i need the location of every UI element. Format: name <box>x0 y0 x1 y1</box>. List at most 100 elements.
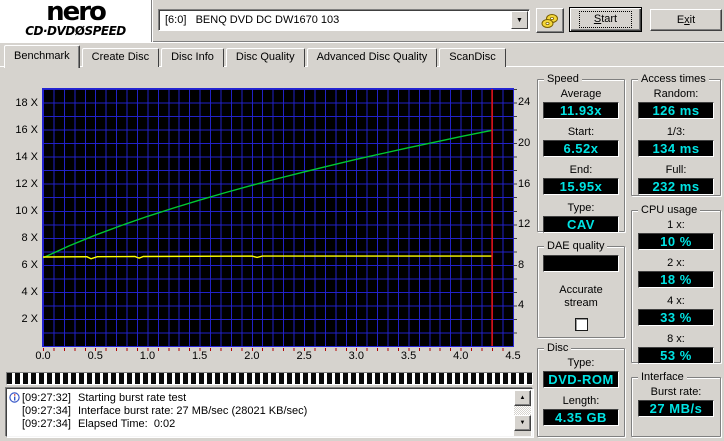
drive-select-value: [6:0] BENQ DVD DC DW1670 103 <box>165 14 340 26</box>
speed-label: Start: <box>567 126 595 138</box>
x-tick-label: 3.0 <box>348 350 364 362</box>
arrow-down-icon: ▼ <box>519 420 526 426</box>
disc-value-display: DVD-ROM <box>543 371 619 388</box>
interface-label: Burst rate: <box>650 386 702 398</box>
access_times-row: Random: 126 ms <box>632 88 720 119</box>
log-message: Starting burst rate test <box>78 391 187 404</box>
log-timestamp: [09:27:32] <box>22 391 71 404</box>
y-left-tick-label: 8 X <box>21 231 38 244</box>
cpu_usage-label: 4 x: <box>667 295 685 307</box>
log-message: Elapsed Time: 0:02 <box>78 417 176 430</box>
speed-value-display: 11.93x <box>543 102 619 119</box>
cd-dvd-speed-logo-text: CD·DVDØSPEED <box>25 24 126 38</box>
scroll-up-button[interactable]: ▲ <box>514 390 531 406</box>
log-timestamp: [09:27:34] <box>22 404 71 417</box>
speed-row: Average 11.93x <box>538 88 624 119</box>
cpu_usage-row: 8 x: 53 % <box>632 333 720 364</box>
access_times-label: 1/3: <box>666 126 686 138</box>
speed-row: Type: CAV <box>538 202 624 233</box>
disc-label: Type: <box>567 357 595 369</box>
disc-label: Length: <box>562 395 600 407</box>
eject-discs-button[interactable] <box>536 8 564 33</box>
log-line: [09:27:34] Interface burst rate: 27 MB/se… <box>9 404 512 417</box>
disc-row: Length: 4.35 GB <box>538 395 624 426</box>
interface-panel: Interface Burst rate: 27 MB/s <box>631 371 721 437</box>
speed-value-display: 6.52x <box>543 140 619 157</box>
speed-value-display: 15.95x <box>543 178 619 195</box>
accurate-stream-label: Accurate stream <box>559 284 603 309</box>
log-timestamp: [09:27:34] <box>22 417 71 430</box>
speed-label: End: <box>569 164 593 176</box>
scrollbar-track[interactable] <box>514 406 531 415</box>
cpu_usage-row: 4 x: 33 % <box>632 295 720 326</box>
access-times-panel-title: Access times <box>638 73 709 85</box>
disc-icon: Ø <box>74 24 85 38</box>
access_times-label: Full: <box>665 164 687 176</box>
interface-row: Burst rate: 27 MB/s <box>632 386 720 417</box>
access_times-label: Random: <box>653 88 699 100</box>
log-indent <box>9 418 22 429</box>
access_times-value-display: 134 ms <box>638 140 714 157</box>
status-log: [09:27:32] Starting burst rate test [09:27… <box>6 388 533 437</box>
accurate-stream-checkbox[interactable] <box>574 318 588 331</box>
tab-disc-quality[interactable]: Disc Quality <box>225 48 305 67</box>
start-button[interactable]: Start <box>569 7 642 32</box>
y-left-tick-label: 4 X <box>21 285 38 298</box>
cpu_usage-row: 1 x: 10 % <box>632 219 720 250</box>
y-right-tick-label: 4 <box>518 299 525 312</box>
cpu_usage-value-display: 53 % <box>638 347 714 364</box>
drive-select[interactable]: [6:0] BENQ DVD DC DW1670 103 ▼ <box>158 9 530 31</box>
access_times-value-display: 126 ms <box>638 102 714 119</box>
dae-quality-display <box>543 255 619 272</box>
x-tick-label: 4.0 <box>453 350 469 362</box>
disc-row: Type: DVD-ROM <box>538 357 624 388</box>
nero-logo: nero CD·DVDØSPEED <box>0 0 152 42</box>
interface-panel-title: Interface <box>638 371 687 383</box>
interface-value-display: 27 MB/s <box>638 400 714 417</box>
y-right-tick-label: 16 <box>518 177 531 190</box>
cpu_usage-row: 2 x: 18 % <box>632 257 720 288</box>
arrow-up-icon: ▲ <box>519 395 526 401</box>
access_times-row: 1/3: 134 ms <box>632 126 720 157</box>
dae-quality-panel-title: DAE quality <box>544 240 608 252</box>
speed-row: End: 15.95x <box>538 164 624 195</box>
chevron-down-icon: ▼ <box>516 16 523 24</box>
cpu_usage-label: 8 x: <box>667 333 685 345</box>
log-line: [09:27:34] Elapsed Time: 0:02 <box>9 417 512 430</box>
speed-label: Type: <box>567 202 595 214</box>
header-banner: nero CD·DVDØSPEED [6:0] BENQ DVD DC DW16… <box>0 0 724 42</box>
log-message: Interface burst rate: 27 MB/sec (28021 K… <box>78 404 308 417</box>
cpu-usage-panel-title: CPU usage <box>638 204 701 216</box>
x-tick-label: 0.0 <box>35 350 51 362</box>
tab-advanced-disc-quality[interactable]: Advanced Disc Quality <box>306 48 438 67</box>
log-line: [09:27:32] Starting burst rate test <box>9 391 512 404</box>
y-right-tick-label: 24 <box>518 96 531 109</box>
speed-row: Start: 6.52x <box>538 126 624 157</box>
exit-button[interactable]: Exit <box>650 9 722 31</box>
access_times-value-display: 232 ms <box>638 178 714 195</box>
y-left-tick-label: 2 X <box>21 312 38 325</box>
log-scrollbar[interactable]: ▲ ▼ <box>514 390 531 436</box>
progress-bar <box>6 372 533 385</box>
tab-scandisc[interactable]: ScanDisc <box>439 48 506 67</box>
x-tick-label: 1.5 <box>192 350 208 362</box>
tab-disc-info[interactable]: Disc Info <box>161 48 224 67</box>
right-axis-ticks <box>514 89 517 346</box>
rotation-speed-line <box>43 255 493 260</box>
scroll-down-button[interactable]: ▼ <box>514 415 531 431</box>
tab-create-disc[interactable]: Create Disc <box>81 48 160 67</box>
y-right-tick-label: 20 <box>518 137 531 150</box>
x-tick-label: 4.5 <box>505 350 521 362</box>
nero-logo-text: nero <box>46 0 107 27</box>
cpu-usage-panel: CPU usage 1 x: 10 % 2 x: 18 % 4 x: 33 % 8 x: 53… <box>631 204 721 364</box>
disc-value-display: 4.35 GB <box>543 409 619 426</box>
tab-bar: Benchmark Create Disc Disc Info Disc Qualit… <box>4 44 508 68</box>
speed-value-display: CAV <box>543 216 619 233</box>
y-left-tick-label: 6 X <box>21 258 38 271</box>
read-speed-curve <box>43 129 493 259</box>
drive-select-dropdown-button[interactable]: ▼ <box>511 11 528 29</box>
tab-benchmark[interactable]: Benchmark <box>4 45 80 68</box>
x-tick-label: 1.0 <box>139 350 156 362</box>
x-tick-label: 2.5 <box>296 350 312 362</box>
dae-quality-panel: DAE quality Accurate stream <box>537 240 625 338</box>
